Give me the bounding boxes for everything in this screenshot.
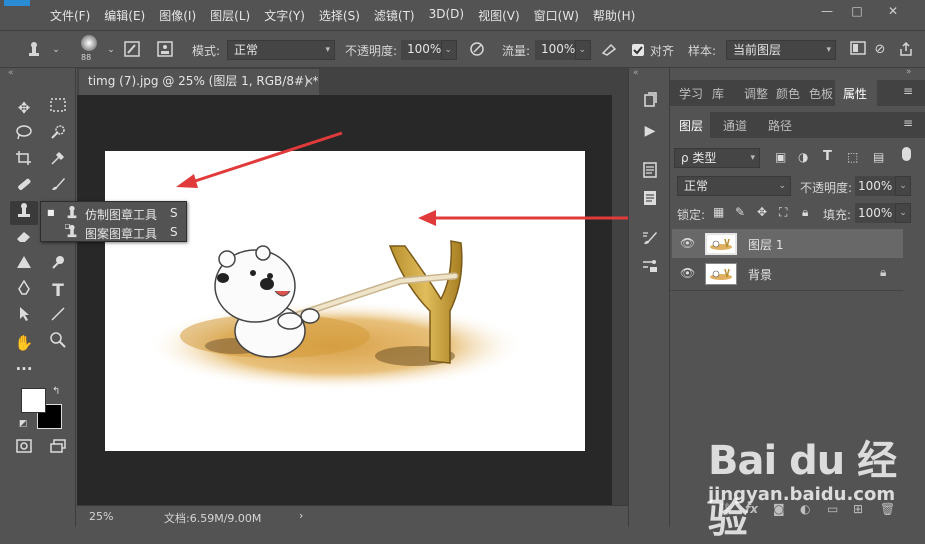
visibility-eye-icon[interactable]: 👁︎ [680, 266, 695, 280]
expand-panels-icon[interactable]: « [633, 68, 639, 78]
fill-dropdown[interactable]: ⌄ [895, 203, 911, 223]
tab-learn[interactable]: 学习 [679, 85, 703, 102]
blend-mode-select[interactable]: 正常 ⌄ [677, 176, 791, 196]
properties-panel-icon[interactable] [639, 162, 661, 182]
history-icon[interactable] [639, 92, 661, 112]
layer-name: 图层 1 [748, 238, 784, 252]
baidu-jingyan-watermark: Bai du 经验 jingyan.baidu.com [708, 428, 918, 542]
layers-tab-bar: 图层 通道 路径 ≡ [670, 112, 925, 138]
tab-channels[interactable]: 通道 [723, 117, 747, 134]
filter-type-icon[interactable]: T [823, 149, 832, 164]
blend-mode-value: 正常 [684, 179, 709, 193]
collapse-right-panel-icon[interactable]: » [906, 67, 912, 77]
chevron-down-icon: ⌄ [778, 181, 786, 191]
tab-properties[interactable]: 属性 [843, 85, 867, 102]
fill-value: 100% [858, 206, 893, 220]
tab-libraries[interactable]: 库 [712, 85, 724, 102]
annotation-arrowhead-upper [176, 174, 198, 188]
tab-layers[interactable]: 图层 [679, 117, 703, 134]
clone-stamp-flyout-menu: ■ 仿制图章工具 S 图案图章工具 S [40, 201, 187, 242]
filter-toggle-icon[interactable] [902, 147, 911, 161]
lock-transparent-icon[interactable]: ▦ [713, 205, 724, 219]
layer-filter-select[interactable]: ρ 类型 ▾ [674, 148, 760, 168]
layer-row-background[interactable]: 👁︎ 背景 🔒︎ [672, 259, 903, 288]
zoom-level[interactable]: 25% [89, 510, 113, 523]
watermark-url: jingyan.baidu.com [708, 484, 896, 505]
clone-stamp-menu-item[interactable]: ■ 仿制图章工具 S [41, 204, 186, 223]
status-menu-arrow-icon[interactable]: › [299, 509, 303, 522]
fill-input[interactable]: 100% [855, 203, 895, 223]
layers-panel-menu-icon[interactable]: ≡ [903, 116, 913, 130]
layer-opacity-input[interactable]: 100% [855, 176, 895, 196]
chevron-down-icon: ▾ [750, 153, 755, 163]
lock-all-icon[interactable]: 🔒︎ [802, 205, 808, 220]
layer-thumbnail [705, 233, 737, 255]
annotation-arrow-upper [191, 131, 343, 184]
pattern-stamp-shortcut: S [170, 225, 178, 239]
lock-icon: 🔒︎ [880, 265, 887, 279]
tab-adjustments[interactable]: 调整 [744, 85, 768, 102]
tab-paths[interactable]: 路径 [768, 117, 792, 134]
filter-pixel-icon[interactable]: ▣ [775, 150, 786, 164]
layer-opacity-label: 不透明度: [800, 181, 853, 195]
pattern-stamp-menu-item[interactable]: 图案图章工具 S [41, 223, 186, 242]
visibility-eye-icon[interactable]: 👁︎ [680, 236, 695, 250]
top-tab-bar: 学习 库 调整 颜色 色板 属性 ≡ [670, 80, 925, 106]
lock-label: 锁定: [677, 208, 706, 222]
actions-play-icon[interactable]: ▶ [639, 121, 661, 141]
notes-panel-icon[interactable] [639, 190, 661, 210]
panel-menu-icon[interactable]: ≡ [903, 84, 913, 98]
filter-shape-icon[interactable]: ⬚ [847, 150, 858, 164]
clone-source-panel-icon[interactable] [639, 258, 661, 278]
lock-pixels-icon[interactable]: ✎ [735, 205, 745, 219]
tab-swatches[interactable]: 色板 [809, 85, 833, 102]
collapsed-panel-dock: « ▶ [628, 68, 670, 527]
tab-color[interactable]: 颜色 [776, 85, 800, 102]
brush-settings-panel-icon[interactable] [639, 230, 661, 250]
layer-filter-value: ρ 类型 [681, 151, 717, 165]
pattern-stamp-icon [64, 223, 79, 242]
layer-name: 背景 [748, 268, 773, 282]
status-bar: 25% 文档:6.59M/9.00M › [77, 505, 628, 527]
panel-header-strip: » [670, 67, 925, 78]
annotation-arrowhead-lower [418, 210, 436, 226]
filter-smart-object-icon[interactable]: ▤ [873, 150, 884, 164]
layer-row-layer1[interactable]: 👁︎ 图层 1 [672, 229, 903, 258]
clone-stamp-label: 仿制图章工具 [85, 208, 158, 222]
clone-stamp-shortcut: S [170, 206, 178, 220]
clone-stamp-icon [65, 205, 79, 223]
fill-label: 填充: [823, 208, 852, 222]
layer-opacity-dropdown[interactable]: ⌄ [895, 176, 911, 196]
document-info[interactable]: 文档:6.59M/9.00M [164, 510, 261, 526]
selected-bullet-icon: ■ [47, 208, 55, 217]
pattern-stamp-label: 图案图章工具 [85, 227, 158, 241]
layer-thumbnail [705, 263, 737, 285]
filter-adjustment-icon[interactable]: ◑ [798, 150, 808, 164]
layer-divider [670, 290, 903, 291]
layer-opacity-value: 100% [858, 179, 893, 193]
lock-artboard-icon[interactable]: ⛶ [779, 205, 787, 220]
lock-position-icon[interactable]: ✥ [757, 205, 767, 219]
